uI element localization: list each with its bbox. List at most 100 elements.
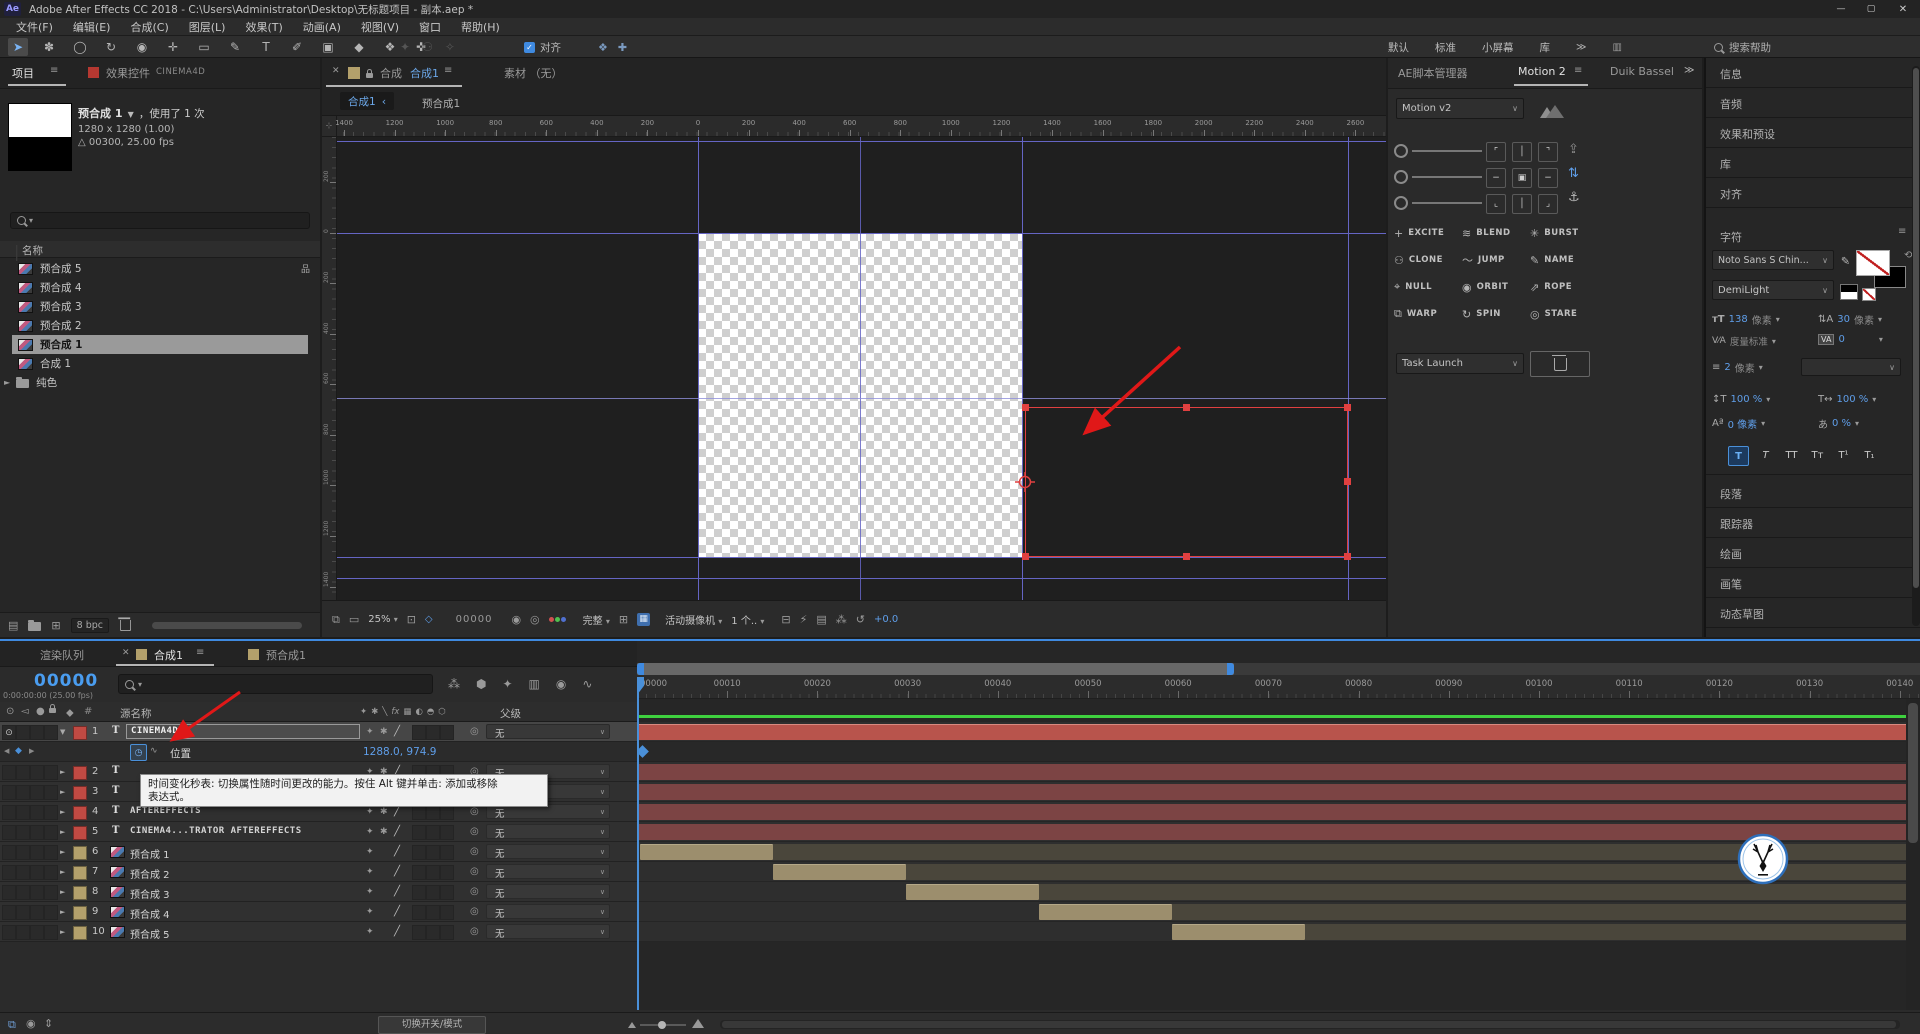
shy-switch[interactable]: ✦: [366, 827, 374, 837]
layer-name[interactable]: CINEMA4...TRATOR AFTEREFFECTS: [130, 826, 302, 836]
subscript-button[interactable]: T₁: [1860, 446, 1879, 464]
menu-item[interactable]: 文件(F): [6, 19, 63, 35]
chevron-down-icon[interactable]: ▼: [128, 110, 134, 119]
motion-button-jump[interactable]: 〜 JUMP: [1462, 251, 1526, 269]
audio-switch[interactable]: [16, 765, 30, 780]
layer-name[interactable]: 预合成 1: [130, 846, 170, 861]
expand-arrow-icon[interactable]: ►: [60, 768, 65, 776]
switch-cell[interactable]: [412, 725, 426, 740]
tsume-value[interactable]: 0 %: [1832, 418, 1851, 429]
layer-bar[interactable]: [773, 864, 906, 880]
selection-handle[interactable]: [1183, 553, 1190, 560]
video-switch[interactable]: [2, 865, 16, 880]
switch-cell[interactable]: [412, 885, 426, 900]
slider-knob[interactable]: [1394, 170, 1408, 184]
chevron-down-icon[interactable]: ▾: [1759, 363, 1763, 372]
solo-switch[interactable]: [30, 905, 44, 920]
motion-button-spin[interactable]: ↻ SPIN: [1462, 305, 1526, 323]
type-tool[interactable]: T: [256, 38, 276, 56]
guide-line[interactable]: [337, 557, 1386, 558]
layer-bar[interactable]: [637, 764, 1920, 780]
switch-cell[interactable]: [440, 925, 454, 940]
draft-3d-icon[interactable]: ⬢: [476, 677, 486, 691]
lock-switch[interactable]: [44, 905, 58, 920]
expand-arrow-icon[interactable]: ►: [4, 378, 10, 387]
menu-item[interactable]: 效果(T): [235, 19, 292, 35]
anchor-grid-button[interactable]: ⌟: [1538, 194, 1558, 214]
trash-icon[interactable]: [118, 616, 132, 631]
switch-cell[interactable]: [412, 865, 426, 880]
shy-switch[interactable]: ✦: [366, 727, 374, 737]
always-preview-icon[interactable]: ⧉: [332, 614, 340, 625]
shy-switch[interactable]: ✦: [366, 807, 374, 817]
rotation-tool[interactable]: ↻: [101, 38, 121, 56]
layer-name[interactable]: 预合成 4: [130, 906, 170, 921]
crumb-current[interactable]: 合成1: [348, 94, 376, 109]
layer-bar[interactable]: [637, 784, 1920, 800]
shy-switch[interactable]: ✦: [366, 867, 374, 877]
switch-cell[interactable]: [426, 845, 440, 860]
layer-row[interactable]: ► 7 预合成 2 ✦ ╱ ◎ 无 ∨: [0, 862, 637, 882]
baseline-value[interactable]: 0 像素: [1728, 416, 1758, 431]
workspace-overflow-icon[interactable]: ≫: [1576, 42, 1586, 53]
layer-bar[interactable]: [640, 844, 773, 860]
shy-switch[interactable]: ✦: [366, 847, 374, 857]
panel-header-动态草图[interactable]: 动态草图: [1706, 598, 1920, 628]
layer-color-chip[interactable]: [73, 866, 87, 880]
audio-switch[interactable]: [16, 725, 30, 740]
switch-cell[interactable]: [412, 805, 426, 820]
timeline-vscrollbar[interactable]: [1906, 699, 1920, 1010]
new-folder-icon[interactable]: [28, 619, 42, 631]
workspace-search[interactable]: 搜索帮助: [1714, 36, 1771, 58]
tab-project[interactable]: 项目: [12, 65, 34, 81]
hscale-value[interactable]: 100 %: [1837, 394, 1869, 405]
chevron-down-icon[interactable]: ▾: [1855, 419, 1859, 428]
anchor-grid-button[interactable]: −: [1538, 168, 1558, 188]
small-caps-button[interactable]: Tт: [1808, 446, 1827, 464]
parent-dropdown[interactable]: 无∨: [486, 824, 610, 840]
selection-tool[interactable]: ➤: [8, 38, 28, 56]
tab-motion2[interactable]: Motion 2: [1518, 65, 1566, 78]
audio-switch[interactable]: [16, 905, 30, 920]
updown-arrows-icon[interactable]: ⇅: [1568, 166, 1579, 181]
menu-item[interactable]: 图层(L): [179, 19, 236, 35]
anchor-point-icon[interactable]: [1013, 470, 1037, 494]
parent-pickwhip-icon[interactable]: ◎: [470, 846, 479, 857]
layer-name[interactable]: 预合成 5: [130, 926, 170, 941]
lock-switch[interactable]: [44, 865, 58, 880]
video-switch[interactable]: [2, 885, 16, 900]
crumb-parent[interactable]: 预合成1: [422, 96, 460, 111]
solo-switch[interactable]: [30, 885, 44, 900]
vscale-value[interactable]: 100 %: [1731, 394, 1763, 405]
fill-color-swatch[interactable]: [1856, 250, 1890, 276]
parent-pickwhip-icon[interactable]: ◎: [470, 866, 479, 877]
lock-icon[interactable]: [366, 69, 373, 78]
layer-selection-box[interactable]: [1025, 407, 1348, 557]
tracking-value[interactable]: 0: [1838, 334, 1844, 345]
parent-dropdown[interactable]: 无∨: [486, 864, 610, 880]
vertical-ruler[interactable]: 200 0 200 400 600 800 1000 1200 1400: [322, 137, 337, 600]
switch-cell[interactable]: [426, 865, 440, 880]
motion-blur-icon[interactable]: ◉: [556, 677, 566, 691]
timeline-zoom-slider[interactable]: [640, 1021, 686, 1029]
switch-cell[interactable]: [440, 805, 454, 820]
shape-tool[interactable]: ▭: [194, 38, 214, 56]
solo-switch[interactable]: [30, 765, 44, 780]
work-area-end-handle[interactable]: [1227, 663, 1234, 675]
panel-menu-icon[interactable]: ≡: [444, 65, 452, 76]
selection-handle[interactable]: [1183, 404, 1190, 411]
video-switch[interactable]: ⊙: [2, 725, 16, 740]
timeline-track-area[interactable]: 00000 00010 00020 00030 00040 00050 00060 00070…: [637, 641, 1920, 1010]
anchor-grid-button[interactable]: −: [1486, 168, 1506, 188]
switch-cell[interactable]: [440, 865, 454, 880]
selection-handle[interactable]: [1022, 404, 1029, 411]
roto-brush-tool[interactable]: ❖: [380, 38, 400, 56]
switch-cell[interactable]: [426, 805, 440, 820]
switch-cell[interactable]: [440, 725, 454, 740]
motion-button-null[interactable]: ⌖ NULL: [1394, 278, 1458, 296]
expand-arrow-icon[interactable]: ►: [60, 928, 65, 936]
preview-time-display[interactable]: 00000: [456, 614, 493, 625]
guide-line[interactable]: [337, 233, 1386, 234]
audio-switch[interactable]: [16, 865, 30, 880]
prev-keyframe-icon[interactable]: ◀: [4, 747, 9, 755]
